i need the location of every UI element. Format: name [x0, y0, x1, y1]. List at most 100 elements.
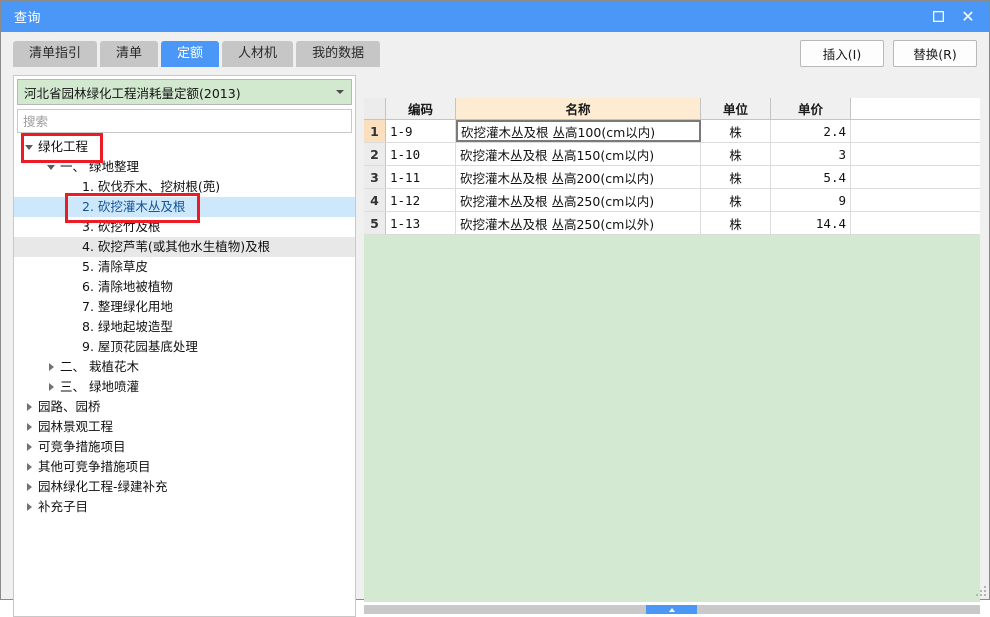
tree-node-label: 补充子目 — [38, 499, 89, 514]
grid-cell-code[interactable]: 1-11 — [386, 166, 456, 188]
tree-node[interactable]: 5. 清除草皮 — [14, 257, 355, 277]
chevron-right-icon[interactable] — [44, 383, 58, 391]
tree-node[interactable]: 园林景观工程 — [14, 417, 355, 437]
table-row[interactable]: 4 1-12 砍挖灌木丛及根 丛高250(cm以内) 株 9 — [364, 189, 980, 212]
grid-cell-unit[interactable]: 株 — [701, 120, 771, 142]
tab-quota[interactable]: 定额 — [161, 41, 220, 67]
grid-cell-code[interactable]: 1-13 — [386, 212, 456, 234]
tree-node[interactable]: 1. 砍伐乔木、挖树根(蔸) — [14, 177, 355, 197]
maximize-icon[interactable] — [923, 1, 953, 32]
grid-cell-unit[interactable]: 株 — [701, 143, 771, 165]
chevron-down-icon — [336, 90, 344, 94]
tree-node[interactable]: 二、 栽植花木 — [14, 357, 355, 377]
tree-node[interactable]: 4. 砍挖芦苇(或其他水生植物)及根 — [14, 237, 355, 257]
grid-cell-rownum[interactable]: 5 — [364, 212, 386, 234]
table-row[interactable]: 3 1-11 砍挖灌木丛及根 丛高200(cm以内) 株 5.4 — [364, 166, 980, 189]
grid-cell-price[interactable]: 14.4 — [771, 212, 851, 234]
search-box[interactable] — [17, 109, 352, 133]
grid-cell-name[interactable]: 砍挖灌木丛及根 丛高250(cm以外) — [456, 212, 701, 234]
chevron-right-icon[interactable] — [22, 463, 36, 471]
tree-node[interactable]: 3. 砍挖竹及根 — [14, 217, 355, 237]
grid-cell-rownum[interactable]: 1 — [364, 120, 386, 142]
chevron-right-icon[interactable] — [22, 443, 36, 451]
tree-node[interactable]: 园林绿化工程-绿建补充 — [14, 477, 355, 497]
tree-node[interactable]: 一、 绿地整理 — [14, 157, 355, 177]
grid-header-price[interactable]: 单价 — [771, 98, 851, 119]
horizontal-splitter[interactable] — [364, 605, 980, 614]
tree-node[interactable]: 9. 屋顶花园基底处理 — [14, 337, 355, 357]
tree-node[interactable]: 补充子目 — [14, 497, 355, 517]
tab-list-guide[interactable]: 清单指引 — [13, 41, 98, 67]
grid-cell-filler[interactable] — [851, 120, 980, 142]
tree-node[interactable]: 其他可竞争措施项目 — [14, 457, 355, 477]
tree-node[interactable]: 可竞争措施项目 — [14, 437, 355, 457]
chevron-right-icon[interactable] — [22, 403, 36, 411]
resize-grip[interactable] — [974, 584, 986, 596]
grid-cell-filler[interactable] — [851, 212, 980, 234]
grid-cell-name[interactable]: 砍挖灌木丛及根 丛高100(cm以内) — [456, 120, 701, 142]
grid-cell-price[interactable]: 5.4 — [771, 166, 851, 188]
grid-header-name[interactable]: 名称 — [456, 98, 701, 119]
tree-node-label: 三、 绿地喷灌 — [60, 379, 139, 394]
grid-cell-rownum[interactable]: 2 — [364, 143, 386, 165]
chevron-right-icon[interactable] — [22, 483, 36, 491]
grid-cell-name[interactable]: 砍挖灌木丛及根 丛高150(cm以内) — [456, 143, 701, 165]
grid-cell-price[interactable]: 3 — [771, 143, 851, 165]
tree-node[interactable]: 绿化工程 — [14, 137, 355, 157]
grid-cell-code[interactable]: 1-10 — [386, 143, 456, 165]
grid-header-filler — [851, 98, 980, 119]
grid-header-code[interactable]: 编码 — [386, 98, 456, 119]
chevron-right-icon[interactable] — [44, 363, 58, 371]
grid-cell-filler[interactable] — [851, 143, 980, 165]
chevron-down-icon[interactable] — [44, 164, 58, 170]
grid-cell-filler[interactable] — [851, 166, 980, 188]
table-row[interactable]: 1 1-9 砍挖灌木丛及根 丛高100(cm以内) 株 2.4 — [364, 120, 980, 143]
table-row[interactable]: 5 1-13 砍挖灌木丛及根 丛高250(cm以外) 株 14.4 — [364, 212, 980, 235]
tab-list[interactable]: 清单 — [100, 41, 159, 67]
tree-node[interactable]: 三、 绿地喷灌 — [14, 377, 355, 397]
grid-cell-unit[interactable]: 株 — [701, 166, 771, 188]
grid-cell-unit[interactable]: 株 — [701, 189, 771, 211]
grid-cell-name[interactable]: 砍挖灌木丛及根 丛高200(cm以内) — [456, 166, 701, 188]
grid-header-unit[interactable]: 单位 — [701, 98, 771, 119]
query-window: 查询 ✕ 清单指引 清单 定额 人材机 我的数据 插入(I) 替换(R) 河北省… — [0, 0, 990, 617]
table-row[interactable]: 2 1-10 砍挖灌木丛及根 丛高150(cm以内) 株 3 — [364, 143, 980, 166]
tree-node-label: 其他可竞争措施项目 — [38, 459, 151, 474]
grid-cell-rownum[interactable]: 4 — [364, 189, 386, 211]
tree-node[interactable]: 园路、园桥 — [14, 397, 355, 417]
grid-cell-name[interactable]: 砍挖灌木丛及根 丛高250(cm以内) — [456, 189, 701, 211]
tree-node[interactable]: 6. 清除地被植物 — [14, 277, 355, 297]
tree-node-label: 园林景观工程 — [38, 419, 114, 434]
catalog-tree[interactable]: 绿化工程一、 绿地整理 1. 砍伐乔木、挖树根(蔸) 2. 砍挖灌木丛及根 3. 砍挖… — [14, 133, 355, 616]
window-title: 查询 — [14, 11, 42, 26]
tree-node[interactable]: 8. 绿地起坡造型 — [14, 317, 355, 337]
grid-cell-rownum[interactable]: 3 — [364, 166, 386, 188]
replace-button[interactable]: 替换(R) — [893, 40, 977, 67]
grid-cell-code[interactable]: 1-9 — [386, 120, 456, 142]
close-icon[interactable]: ✕ — [953, 1, 983, 32]
grid-cell-unit[interactable]: 株 — [701, 212, 771, 234]
tree-node-label: 8. 绿地起坡造型 — [82, 319, 173, 334]
tab-my-data[interactable]: 我的数据 — [296, 41, 381, 67]
quota-library-select[interactable]: 河北省园林绿化工程消耗量定额(2013) — [17, 79, 352, 105]
search-input[interactable] — [18, 113, 351, 129]
grid-header-row: 编码 名称 单位 单价 — [364, 98, 980, 120]
grid-cell-filler[interactable] — [851, 189, 980, 211]
grid-cell-price[interactable]: 2.4 — [771, 120, 851, 142]
grid-cell-code[interactable]: 1-12 — [386, 189, 456, 211]
chevron-down-icon[interactable] — [22, 144, 36, 150]
tab-labor-material-machine[interactable]: 人材机 — [222, 41, 294, 67]
tree-node-label: 绿化工程 — [38, 139, 89, 154]
splitter-handle[interactable] — [646, 605, 697, 614]
quota-library-value: 河北省园林绿化工程消耗量定额(2013) — [24, 85, 241, 101]
grid-body: 1 1-9 砍挖灌木丛及根 丛高100(cm以内) 株 2.4 2 1-10 砍挖灌木丛及根 … — [364, 120, 980, 235]
insert-button[interactable]: 插入(I) — [800, 40, 884, 67]
grid-cell-price[interactable]: 9 — [771, 189, 851, 211]
chevron-right-icon[interactable] — [22, 423, 36, 431]
catalog-panel: 河北省园林绿化工程消耗量定额(2013) 绿化工程一、 绿地整理 1. 砍伐乔木、… — [13, 75, 356, 617]
tab-bar: 清单指引 清单 定额 人材机 我的数据 — [13, 41, 381, 67]
tree-node[interactable]: 2. 砍挖灌木丛及根 — [14, 197, 355, 217]
tree-node[interactable]: 7. 整理绿化用地 — [14, 297, 355, 317]
grid-header-rownum — [364, 98, 386, 119]
chevron-right-icon[interactable] — [22, 503, 36, 511]
